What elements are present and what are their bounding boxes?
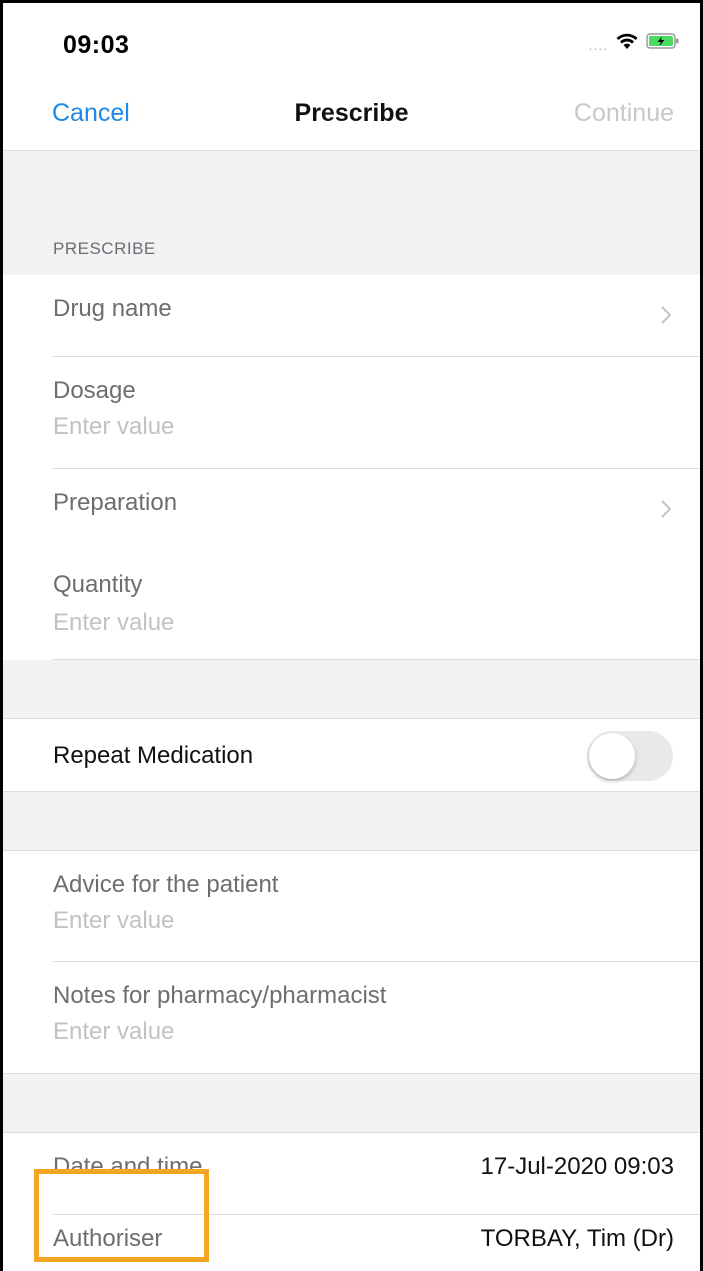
status-bar: 09:03 .... xyxy=(3,3,700,81)
phone-screen: 09:03 .... Cancel Prescribe Continue PRE… xyxy=(0,0,703,1271)
battery-charging-icon xyxy=(646,33,679,49)
spacer xyxy=(3,792,700,851)
chevron-right-icon xyxy=(661,500,672,518)
quantity-row[interactable]: Quantity Enter value xyxy=(3,551,700,660)
repeat-medication-toggle[interactable] xyxy=(587,731,673,781)
continue-button[interactable]: Continue xyxy=(574,99,674,128)
quantity-input[interactable]: Enter value xyxy=(53,609,174,637)
signal-icon: .... xyxy=(588,37,608,53)
notes-row[interactable]: Notes for pharmacy/pharmacist Enter valu… xyxy=(3,962,700,1074)
chevron-right-icon xyxy=(661,306,672,324)
quantity-label: Quantity xyxy=(53,571,143,598)
dosage-input[interactable]: Enter value xyxy=(53,413,174,441)
navigation-bar: Cancel Prescribe Continue xyxy=(3,81,700,151)
advice-label: Advice for the patient xyxy=(53,871,279,898)
authoriser-value: TORBAY, Tim (Dr) xyxy=(480,1225,674,1252)
date-time-value: 17-Jul-2020 09:03 xyxy=(480,1153,674,1180)
advice-row[interactable]: Advice for the patient Enter value xyxy=(3,851,700,962)
repeat-medication-label: Repeat Medication xyxy=(53,742,254,769)
status-time: 09:03 xyxy=(63,31,130,59)
section-header: PRESCRIBE xyxy=(53,239,156,258)
authoriser-highlight xyxy=(34,1169,209,1262)
wifi-icon xyxy=(616,33,638,49)
notes-input[interactable]: Enter value xyxy=(53,1018,174,1046)
section-spacer: PRESCRIBE xyxy=(3,151,700,275)
dosage-row[interactable]: Dosage Enter value xyxy=(3,357,700,469)
preparation-label: Preparation xyxy=(53,489,178,516)
status-icons: .... xyxy=(588,29,680,53)
preparation-row[interactable]: Preparation xyxy=(3,469,700,551)
notes-label: Notes for pharmacy/pharmacist xyxy=(53,982,387,1009)
advice-input[interactable]: Enter value xyxy=(53,907,174,935)
drug-name-row[interactable]: Drug name xyxy=(3,275,700,357)
dosage-label: Dosage xyxy=(53,377,136,404)
repeat-medication-row: Repeat Medication xyxy=(3,719,700,792)
spacer xyxy=(3,1074,700,1133)
spacer xyxy=(3,660,700,719)
drug-name-label: Drug name xyxy=(53,295,172,322)
